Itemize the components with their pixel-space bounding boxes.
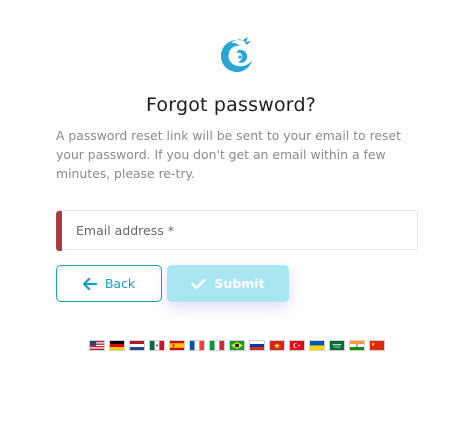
flag-es-icon[interactable] (169, 340, 185, 351)
flag-fr-icon[interactable] (189, 340, 205, 351)
flag-mx-icon[interactable] (149, 340, 165, 351)
flag-ru-icon[interactable] (249, 340, 265, 351)
submit-button[interactable]: Submit (167, 265, 289, 302)
flag-in-icon[interactable] (349, 340, 365, 351)
flag-tr-icon[interactable] (289, 340, 305, 351)
reset-description: A password reset link will be sent to yo… (56, 128, 401, 181)
page-title: Forgot password? (145, 94, 317, 116)
back-button-label: Back (104, 276, 136, 291)
flag-ua-icon[interactable] (309, 340, 325, 351)
flag-cn-icon[interactable] (369, 340, 385, 351)
submit-button-label: Submit (214, 276, 265, 291)
language-selector (89, 340, 385, 352)
flag-sa-icon[interactable] (329, 340, 345, 351)
email-field[interactable] (62, 211, 416, 249)
arrow-left-icon (82, 277, 97, 290)
flag-it-icon[interactable] (209, 340, 225, 351)
flag-de-icon[interactable] (109, 340, 125, 351)
back-button[interactable]: Back (56, 265, 162, 302)
email-field-container (56, 210, 418, 251)
check-icon (191, 278, 207, 290)
dragon-logo-icon (217, 34, 257, 78)
flag-nl-icon[interactable] (129, 340, 145, 351)
flag-vn-icon[interactable] (269, 340, 285, 351)
flag-us-icon[interactable] (89, 340, 105, 351)
flag-br-icon[interactable] (229, 340, 245, 351)
